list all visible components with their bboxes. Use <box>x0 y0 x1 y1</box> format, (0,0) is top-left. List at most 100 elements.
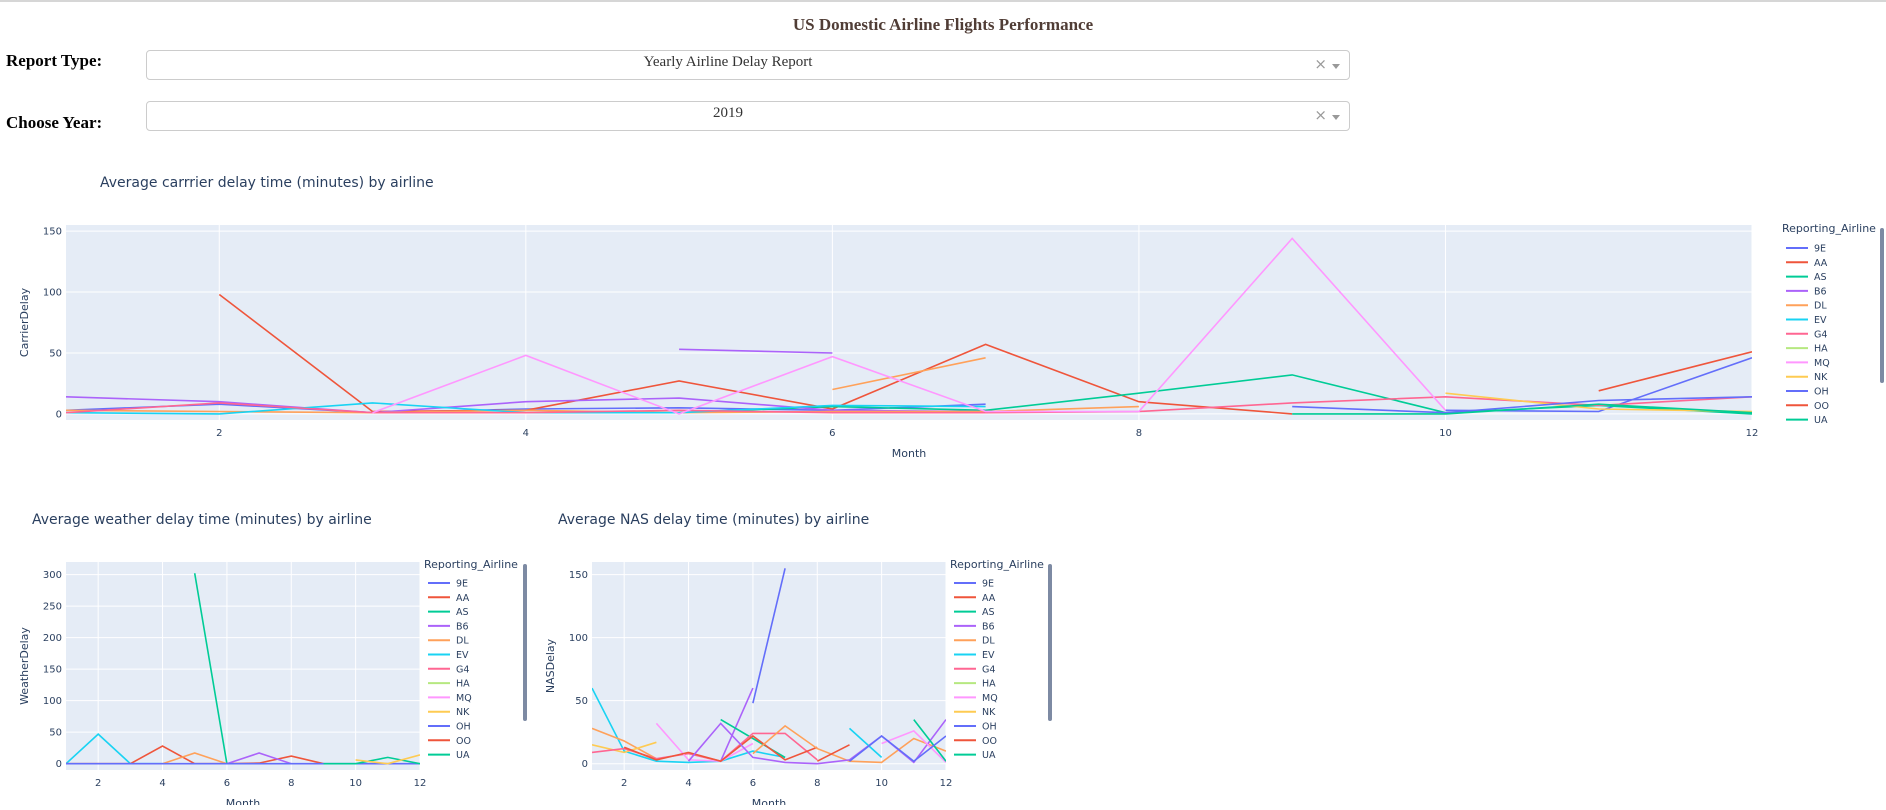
x-tick-label: 6 <box>829 428 835 439</box>
legend-item-dl: DL <box>1814 301 1827 312</box>
x-tick-label: 12 <box>414 778 427 789</box>
clear-icon[interactable]: × <box>1314 106 1327 124</box>
legend-item-nk: NK <box>456 707 470 718</box>
report-type-value: Yearly Airline Delay Report <box>643 54 813 70</box>
legend-item-g4: G4 <box>1814 329 1827 340</box>
legend-item-dl: DL <box>456 636 469 647</box>
legend-item-9e: 9E <box>982 579 994 590</box>
x-tick-label: 10 <box>875 778 888 789</box>
chart-title: Average weather delay time (minutes) by … <box>32 512 372 528</box>
x-axis-label: Month <box>752 797 787 805</box>
legend-item-mq: MQ <box>982 693 998 704</box>
x-tick-label: 2 <box>621 778 627 789</box>
x-tick-label: 2 <box>216 428 222 439</box>
legend-item-aa: AA <box>456 593 470 604</box>
legend-title: Reporting_Airline <box>950 558 1044 571</box>
y-tick-label: 250 <box>43 602 62 613</box>
weather-delay-chart[interactable]: Average weather delay time (minutes) by … <box>0 500 540 805</box>
x-tick-label: 2 <box>95 778 101 789</box>
legend-title: Reporting_Airline <box>1782 222 1876 235</box>
legend-item-b6: B6 <box>1814 286 1827 297</box>
legend-item-as: AS <box>456 607 469 618</box>
chart-title: Average carrrier delay time (minutes) by… <box>100 175 434 191</box>
x-axis-label: Month <box>226 797 261 805</box>
x-tick-label: 10 <box>1439 428 1452 439</box>
legend-item-aa: AA <box>1814 258 1828 269</box>
legend-item-nk: NK <box>1814 372 1828 383</box>
y-tick-label: 0 <box>56 409 62 420</box>
chart-title: Average NAS delay time (minutes) by airl… <box>558 512 869 528</box>
x-tick-label: 10 <box>349 778 362 789</box>
top-divider <box>0 0 1886 2</box>
x-tick-label: 6 <box>750 778 756 789</box>
legend-item-ua: UA <box>982 750 996 761</box>
y-tick-label: 100 <box>43 288 62 299</box>
y-tick-label: 150 <box>43 665 62 676</box>
legend-item-b6: B6 <box>456 621 469 632</box>
y-tick-label: 50 <box>49 348 62 359</box>
plot-area <box>66 562 420 770</box>
legend-item-ua: UA <box>1814 415 1828 426</box>
legend-item-ev: EV <box>456 650 469 661</box>
legend-item-g4: G4 <box>982 664 995 675</box>
plot-area <box>66 225 1752 420</box>
legend-item-oo: OO <box>1814 401 1829 412</box>
y-tick-label: 100 <box>569 633 588 644</box>
year-label: Choose Year: <box>6 113 103 132</box>
legend-item-ua: UA <box>456 750 470 761</box>
y-tick-label: 150 <box>43 227 62 238</box>
nas-delay-chart[interactable]: Average NAS delay time (minutes) by airl… <box>540 500 1080 805</box>
x-tick-label: 8 <box>288 778 294 789</box>
legend-scrollbar[interactable] <box>523 564 527 721</box>
x-tick-label: 12 <box>940 778 953 789</box>
chevron-down-icon[interactable] <box>1332 115 1340 120</box>
x-axis-label: Month <box>892 447 927 460</box>
page-title: US Domestic Airline Flights Performance <box>792 15 1094 34</box>
y-tick-label: 50 <box>49 728 62 739</box>
legend-item-oh: OH <box>982 722 997 733</box>
legend-item-oh: OH <box>1814 387 1829 398</box>
legend-item-aa: AA <box>982 593 996 604</box>
y-tick-label: 0 <box>582 759 588 770</box>
y-tick-label: 200 <box>43 633 62 644</box>
y-tick-label: 50 <box>575 696 588 707</box>
y-tick-label: 300 <box>43 570 62 581</box>
legend-item-b6: B6 <box>982 621 995 632</box>
legend-item-as: AS <box>982 607 995 618</box>
x-tick-label: 6 <box>224 778 230 789</box>
legend-item-as: AS <box>1814 272 1827 283</box>
legend-item-mq: MQ <box>456 693 472 704</box>
legend-item-9e: 9E <box>1814 244 1826 255</box>
legend-item-9e: 9E <box>456 579 468 590</box>
report-type-dropdown[interactable]: Yearly Airline Delay Report × <box>146 50 1350 80</box>
legend-item-oh: OH <box>456 722 471 733</box>
x-tick-label: 8 <box>814 778 820 789</box>
chevron-down-icon[interactable] <box>1332 64 1340 69</box>
y-axis-label: WeatherDelay <box>18 627 31 705</box>
legend-item-ev: EV <box>982 650 995 661</box>
x-tick-label: 4 <box>159 778 165 789</box>
legend-item-ha: HA <box>456 679 470 690</box>
x-tick-label: 12 <box>1746 428 1759 439</box>
legend-item-g4: G4 <box>456 664 469 675</box>
y-axis-label: NASDelay <box>544 638 557 693</box>
y-tick-label: 100 <box>43 696 62 707</box>
legend-scrollbar[interactable] <box>1048 564 1052 721</box>
carrier-delay-chart[interactable]: Average carrrier delay time (minutes) by… <box>0 165 1886 465</box>
legend-item-ha: HA <box>982 679 996 690</box>
y-tick-label: 0 <box>56 759 62 770</box>
x-tick-label: 4 <box>523 428 529 439</box>
legend-item-oo: OO <box>456 736 471 747</box>
y-tick-label: 150 <box>569 570 588 581</box>
legend-item-dl: DL <box>982 636 995 647</box>
legend-item-ev: EV <box>1814 315 1827 326</box>
legend-title: Reporting_Airline <box>424 558 518 571</box>
legend-item-nk: NK <box>982 707 996 718</box>
year-dropdown[interactable]: 2019 × <box>146 101 1350 131</box>
legend-item-mq: MQ <box>1814 358 1830 369</box>
x-tick-label: 4 <box>685 778 691 789</box>
legend-scrollbar[interactable] <box>1880 228 1884 383</box>
clear-icon[interactable]: × <box>1314 55 1327 73</box>
year-value: 2019 <box>713 105 743 121</box>
legend-item-ha: HA <box>1814 344 1828 355</box>
